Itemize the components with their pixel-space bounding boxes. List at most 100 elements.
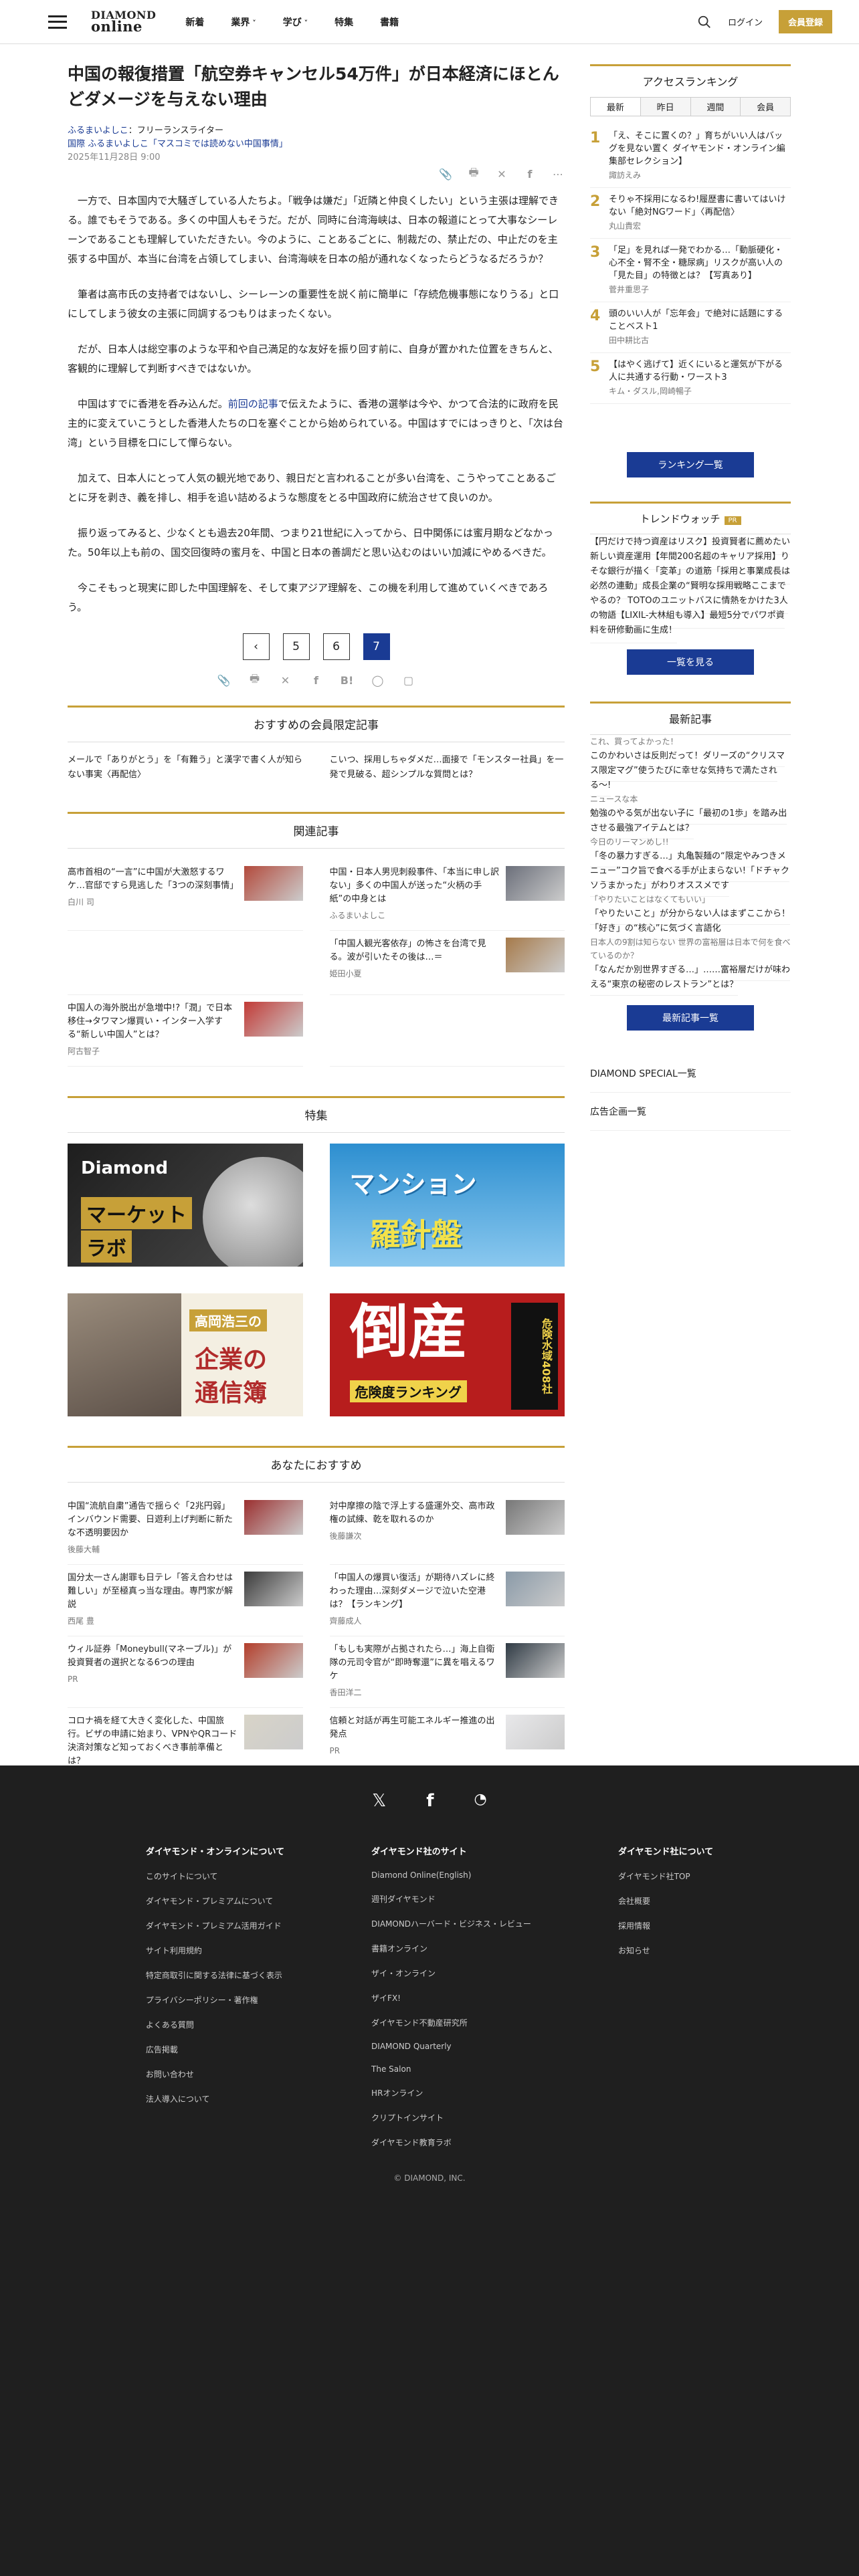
tab-yesterday[interactable]: 昨日 [640, 98, 691, 116]
tab-member[interactable]: 会員 [741, 98, 790, 116]
latest-item[interactable]: これ、買ってよかった！ このかわいさは反則だって！ダリーズの“クリスマス限定マグ”… [590, 735, 791, 796]
feature-bankruptcy[interactable]: 倒産 危険度ランキング 危険水域408社 [329, 1293, 565, 1416]
footer-link[interactable]: ダイヤモンド・プレミアム活用ガイド [146, 1920, 284, 1931]
footer-link[interactable]: DIAMONDハーバード・ビジネス・レビュー [371, 1918, 531, 1929]
ranking-item[interactable]: 5 【はやく逃げて】近くにいると運気が下がる人に共通する行動・ワースト3 キム・ダス… [590, 353, 791, 404]
pocket-icon[interactable]: ▢ [402, 673, 415, 687]
footer-link[interactable]: クリプトインサイト [371, 2112, 531, 2123]
footer-link[interactable]: 会社概要 [618, 1895, 713, 1907]
footer-link[interactable]: よくある質問 [146, 2019, 284, 2030]
page-link[interactable]: 6 [322, 633, 350, 660]
article-card[interactable]: 「中国人の爆買い復活」が期待ハズレに終わった理由…深刻ダメージで泣いた空港は？【… [329, 1565, 565, 1636]
member-recommend-item[interactable]: メールで「ありがとう」を「有難う」と漢字で書く人が知らない事実〈再配信〉 [68, 753, 303, 782]
footer-link[interactable]: 採用情報 [618, 1920, 713, 1931]
hatena-icon[interactable]: B! [341, 673, 354, 687]
footer-link[interactable]: HRオンライン [371, 2087, 531, 2099]
ranking-item[interactable]: 1 「え、そこに置くの？」育ちがいい人はバッグを見ない置く ダイヤモンド・オンライ… [590, 124, 791, 188]
footer-link[interactable]: 週刊ダイヤモンド [371, 1893, 531, 1905]
footer-link[interactable]: DIAMOND Quarterly [371, 2042, 531, 2051]
feature-takaoka[interactable]: 高岡浩三の 企業の 通信簿 [68, 1293, 303, 1416]
login-link[interactable]: ログイン [728, 15, 763, 28]
nav-learn[interactable]: 学び [283, 15, 308, 29]
diamond-special-link[interactable]: DIAMOND SPECIAL一覧 [590, 1055, 791, 1093]
line-icon[interactable]: ◯ [371, 673, 385, 687]
footer-link[interactable]: 特定商取引に関する法律に基づく表示 [146, 1969, 284, 1981]
more-icon[interactable]: ⋯ [551, 167, 565, 181]
latest-item[interactable]: 「やりたいことはなくてもいい」 「やりたいこと」が分からない人はまずここから！「好… [590, 893, 791, 940]
site-logo[interactable]: DIAMOND online [91, 9, 156, 33]
footer-link[interactable]: お知らせ [618, 1945, 713, 1956]
tab-weekly[interactable]: 週間 [690, 98, 741, 116]
trend-item[interactable]: 【LIXIL-大林組も導入】最短5分でパワポ資料を研修動画に生成！ [590, 603, 785, 643]
member-recommend-item[interactable]: こいつ、採用しちゃダメだ…面接で「モンスター社員」を一発で見破る、超シンプルな質… [330, 753, 565, 782]
footer-link[interactable]: ダイヤモンド教育ラボ [371, 2137, 531, 2148]
footer-link[interactable]: 書籍オンライン [371, 1943, 531, 1954]
rank-title: 「足」を見れば一発でわかる…「動脈硬化・心不全・腎不全・糖尿病」リスクが高い人の… [609, 245, 783, 281]
ranking-item[interactable]: 4 頭のいい人が「忘年会」で絶対に話題にすることベスト1 田中耕比古 [590, 302, 791, 353]
footer-link[interactable]: ダイヤモンド不動産研究所 [371, 2017, 531, 2028]
series-link[interactable]: ふるまいよしこ「マスコミでは読めない中国事情」 [88, 139, 288, 149]
footer-link[interactable]: Diamond Online(English) [371, 1870, 531, 1880]
latest-item[interactable]: 今日のリーマンめし!! 「冬の暴力すぎる…」丸亀製麺の“限定やみつきメニュー”コク… [590, 835, 791, 897]
latest-category: 日本人の9割は知らない 世界の富裕層は日本で何を食べているのか？ [590, 938, 791, 960]
nav-industry[interactable]: 業界 [231, 15, 256, 29]
x-icon[interactable]: ✕ [495, 167, 508, 181]
register-button[interactable]: 会員登録 [778, 10, 832, 33]
footer-link[interactable]: このサイトについて [146, 1870, 284, 1882]
bookmark-clip-icon[interactable]: 📎 [439, 167, 452, 181]
author-link[interactable]: ふるまいよしこ [68, 126, 128, 136]
facebook-icon[interactable]: f [523, 167, 537, 181]
footer-link[interactable]: ダイヤモンド社TOP [618, 1870, 713, 1882]
footer-link[interactable]: 広告掲載 [146, 2044, 284, 2055]
x-icon[interactable]: 𝕏 [372, 1791, 386, 1811]
ranking-item[interactable]: 2 そりゃ不採用になるわ!履歴書に書いてはいけない「絶対NGワード」〈再配信〉 丸山… [590, 188, 791, 239]
trend-list-button[interactable]: 一覧を見る [627, 649, 754, 675]
ranking-item[interactable]: 3 「足」を見れば一発でわかる…「動脈硬化・心不全・腎不全・糖尿病」リスクが高い人… [590, 239, 791, 302]
page-link[interactable]: 5 [282, 633, 310, 660]
card-text: 「中国人の爆買い復活」が期待ハズレに終わった理由…深刻ダメージで泣いた空港は？【… [330, 1572, 500, 1628]
footer-link[interactable]: ダイヤモンド・プレミアムについて [146, 1895, 284, 1907]
footer-link[interactable]: ザイ・オンライン [371, 1967, 531, 1979]
nav-features[interactable]: 特集 [335, 15, 353, 29]
prev-page-button[interactable]: ‹ [242, 633, 270, 660]
article-card[interactable]: 高市首相の“一言”に中国が大激怒するワケ…官邸ですら見逃した「3つの深刻事情」白… [68, 859, 303, 931]
footer-link[interactable]: サイト利用規約 [146, 1945, 284, 1956]
previous-article-link[interactable]: 前回の記事 [228, 398, 278, 410]
ad-plan-link[interactable]: 広告企画一覧 [590, 1093, 791, 1131]
facebook-icon[interactable]: f [310, 673, 323, 687]
article-card[interactable]: 中国“流航自粛”通告で揺らぐ「2兆円弱」インバウンド需要、日遊利上げ判断に新たな… [68, 1493, 303, 1565]
nav-new[interactable]: 新着 [185, 15, 204, 29]
footer-link[interactable]: The Salon [371, 2064, 531, 2074]
article-card[interactable]: 国分太一さん謝罪も日テレ「答え合わせは難しい」が至極真っ当な理由。専門家が解説西… [68, 1565, 303, 1636]
feature-mansion[interactable]: マンション 羅針盤 [329, 1144, 565, 1267]
facebook-icon[interactable]: f [426, 1791, 434, 1811]
paragraph: 振り返ってみると、少なくとも過去20年間、つまり21世紀に入ってから、日中関係に… [68, 527, 553, 558]
bookmark-clip-icon[interactable]: 📎 [217, 673, 231, 687]
print-icon[interactable]: 🖶 [467, 166, 480, 181]
rss-icon[interactable]: ◔ [474, 1791, 487, 1811]
latest-list-button[interactable]: 最新記事一覧 [627, 1005, 754, 1031]
footer-link[interactable]: ザイFX! [371, 1992, 531, 2004]
footer-link[interactable]: お問い合わせ [146, 2068, 284, 2080]
search-icon[interactable] [697, 15, 712, 29]
menu-icon[interactable] [48, 15, 67, 29]
feature-line: 危険度ランキング [349, 1380, 467, 1402]
footer-link[interactable]: 法人導入について [146, 2093, 284, 2105]
article-card[interactable]: 「もしも実際が占拠されたら…」海上自衛隊の元司令官が“即時奪還”に異を唱えるワケ… [329, 1636, 565, 1708]
print-icon[interactable]: 🖶 [248, 672, 262, 687]
latest-item[interactable]: ニュースな本 勉強のやる気が出ない子に「最初の1歩」を踏み出させる最強アイテムとは… [590, 792, 791, 839]
nav-books[interactable]: 書籍 [380, 15, 399, 29]
feature-market-lab[interactable]: Diamond マーケット ラボ [68, 1144, 303, 1267]
tab-latest[interactable]: 最新 [591, 98, 641, 116]
footer-link[interactable]: プライバシーポリシー・著作権 [146, 1994, 284, 2006]
article-card[interactable]: ウィル証券「Moneybull(マネーブル)」が投資賢者の選択となる6つの理由 P… [68, 1636, 303, 1708]
article-card[interactable]: 中国・日本人男児刺殺事件、「本当に申し訳ない」多くの中国人が送った“火柄の手紙”… [329, 859, 565, 931]
category-link[interactable]: 国際 [68, 139, 85, 149]
article-card[interactable]: 「中国人観光客依存」の怖さを台湾で見る。波が引いたその後は…＝ 姫田小夏 [329, 931, 565, 995]
latest-item[interactable]: 日本人の9割は知らない 世界の富裕層は日本で何を食べているのか？ 「なんだか別世界… [590, 936, 791, 996]
article-card[interactable]: 対中摩擦の陰で浮上する盛運外交、高市政権の試練、乾を取れるのか 後藤謙次 [329, 1493, 565, 1565]
article-card[interactable]: 中国人の海外脱出が急増中!?「潤」で日本移住→タワマン爆買い・インター入学する“… [68, 995, 303, 1067]
ranking-list-button[interactable]: ランキング一覧 [627, 452, 754, 477]
x-icon[interactable]: ✕ [279, 673, 292, 687]
paragraph: 筆者は高市氏の支持者ではないし、シーレーンの重要性を説く前に簡単に「存続危機事態… [68, 288, 559, 320]
